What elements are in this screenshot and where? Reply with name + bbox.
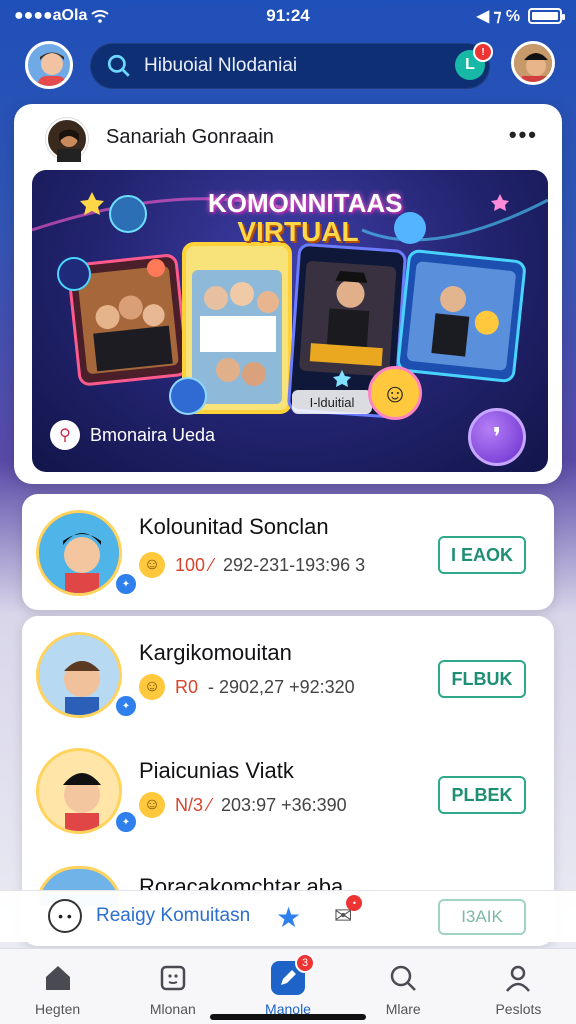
search-icon — [107, 54, 130, 77]
community-meta-text: - 2902,27 +92:320 — [208, 676, 355, 697]
smiley-icon: ☺ — [139, 552, 165, 578]
status-right: ◀ ⁊ ℅ — [476, 6, 565, 26]
chat-icon[interactable]: ✉ • — [334, 895, 363, 929]
community-meta-text: 203:97 +36:390 — [221, 794, 347, 815]
community-meta-text: 292-231-193:96 3 — [223, 554, 366, 575]
community-row[interactable]: Roracakomchtar aba — [22, 852, 554, 906]
banner-footer[interactable]: ⚲ Bmonaira Ueda — [50, 420, 215, 450]
join-button[interactable]: PLBEK — [438, 776, 526, 814]
community-avatar[interactable] — [36, 632, 122, 718]
chat-badge: • — [346, 895, 363, 911]
community-meta-count: N/3 ⁄ — [175, 794, 212, 815]
community-avatar[interactable] — [36, 748, 122, 834]
community-title[interactable]: Kargikomouitan — [139, 640, 292, 666]
community-title[interactable]: Kolounitad Sonclan — [139, 514, 329, 540]
smiley-icon: ☺ — [139, 674, 165, 700]
create-icon: 3 — [271, 953, 315, 995]
join-button[interactable]: I EAOK — [438, 536, 526, 574]
tab-label: Peslots — [495, 1001, 542, 1017]
tab-search[interactable]: Mlare — [346, 949, 461, 1024]
star-icon[interactable]: ★ — [276, 901, 301, 934]
community-row[interactable]: ✦ Kolounitad Sonclan ☺ 100 ⁄ 292-231-193… — [22, 494, 554, 612]
community-row[interactable]: ✦ Kargikomouitan ☺ R0 - 2902,27 +92:320 … — [22, 616, 554, 734]
tab-label: Hegten — [35, 1001, 81, 1017]
smile-emoji-icon: ☺ — [368, 366, 422, 420]
banner-card-label: I-lduitial — [292, 390, 372, 414]
community-badge-icon: ✦ — [114, 694, 138, 718]
profile-avatar[interactable] — [25, 41, 73, 89]
tab-profile[interactable]: Peslots — [461, 949, 576, 1024]
more-options-icon[interactable]: ••• — [509, 122, 538, 148]
search-bar[interactable]: Hibuoial Nlodaniai — [90, 43, 490, 89]
friend-avatar[interactable] — [511, 41, 555, 85]
community-meta: ☺ R0 - 2902,27 +92:320 — [139, 674, 355, 700]
search-icon — [386, 961, 420, 995]
strip-join-button[interactable]: I3AIK — [438, 899, 526, 935]
bottom-tab-bar: Hegten Mlonan 3 Manole Mlare Peslots — [0, 948, 576, 1024]
notification-strip[interactable]: • • Reaigy Komuitasn ★ ✉ • I3AIK — [0, 890, 576, 942]
clock: 91:24 — [266, 6, 310, 25]
community-badge-icon: ✦ — [114, 572, 138, 596]
community-meta-count: R0 — [175, 676, 199, 697]
community-meta: ☺ N/3 ⁄ 203:97 +36:390 — [139, 792, 347, 818]
location-pin-icon: ⚲ — [50, 420, 80, 450]
chat-icon — [156, 961, 190, 995]
neutral-face-icon: • • — [48, 899, 82, 933]
join-button[interactable]: FLBUK — [438, 660, 526, 698]
status-bar: ●●●●aOla 91:24 ◀ ⁊ ℅ — [0, 0, 576, 32]
home-indicator[interactable] — [210, 1014, 366, 1020]
bell-icon: L — [465, 56, 475, 73]
notifications-button[interactable]: L ! — [455, 42, 493, 80]
chat-bubble-icon[interactable]: ❜ — [468, 408, 526, 466]
banner-footer-text: Bmonaira Ueda — [90, 424, 216, 445]
feature-banner[interactable]: KOMONNITAAS VIRTUAL I-lduitial ☺ ⚲ Bmona… — [32, 170, 548, 472]
banner-title-line-1: KOMONNITAAS — [208, 188, 403, 218]
battery-icon — [528, 8, 565, 24]
community-card[interactable]: ✦ Kolounitad Sonclan ☺ 100 ⁄ 292-231-193… — [22, 494, 554, 610]
create-badge: 3 — [295, 953, 315, 973]
post-author-avatar[interactable] — [46, 118, 88, 162]
wifi-icon — [91, 10, 110, 23]
search-text: Hibuoial Nlodaniai — [144, 55, 298, 76]
tab-label: Mlare — [385, 1001, 421, 1017]
home-icon — [41, 961, 75, 995]
community-avatar[interactable] — [36, 510, 122, 596]
profile-icon — [501, 961, 535, 995]
tab-label: Mlonan — [149, 1001, 196, 1017]
notification-badge: ! — [473, 42, 493, 62]
community-row[interactable]: ✦ Piaicunias Viatk ☺ N/3 ⁄ 203:97 +36:39… — [22, 734, 554, 852]
tab-home[interactable]: Hegten — [0, 949, 115, 1024]
status-icons: ◀ ⁊ ℅ — [476, 8, 520, 25]
community-title[interactable]: Piaicunias Viatk — [139, 758, 294, 784]
banner-title-line-2: VIRTUAL — [237, 216, 359, 248]
community-meta: ☺ 100 ⁄ 292-231-193:96 3 — [139, 552, 365, 578]
header: Hibuoial Nlodaniai L ! — [0, 38, 576, 98]
smiley-icon: ☺ — [139, 792, 165, 818]
strip-text[interactable]: Reaigy Komuitasn — [96, 905, 250, 927]
status-left: ●●●●aOla — [14, 7, 110, 25]
community-badge-icon: ✦ — [114, 810, 138, 834]
carrier-label: ●●●●aOla — [14, 7, 88, 24]
banner-title: KOMONNITAAS VIRTUAL — [208, 188, 403, 248]
community-meta-count: 100 ⁄ — [175, 554, 214, 575]
featured-post-card[interactable]: Sanariah Gonraain ••• KOMONNITAAS VIRTUA… — [14, 104, 562, 484]
tab-messages[interactable]: Mlonan — [115, 949, 230, 1024]
post-author-name[interactable]: Sanariah Gonraain — [106, 126, 274, 149]
tab-create[interactable]: 3 Manole — [230, 949, 345, 1024]
